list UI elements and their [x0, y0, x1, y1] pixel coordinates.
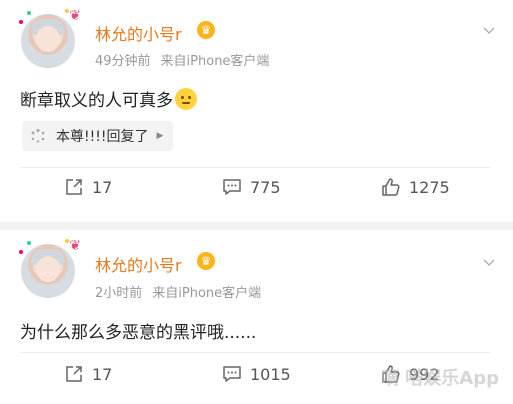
- repost-button[interactable]: 17: [64, 364, 112, 384]
- username[interactable]: 林允的小号r: [95, 252, 182, 276]
- spinner-icon: [31, 128, 45, 143]
- vip-crown-icon: ♛: [197, 21, 215, 39]
- reply-text: 本尊!!!!回复了: [56, 129, 149, 145]
- post-content: 为什么那么多恶意的黑评哦......: [20, 323, 257, 343]
- post-meta: 49分钟前 来自iPhone客户端: [95, 50, 269, 69]
- user-avatar[interactable]: ❦: [19, 238, 81, 298]
- username[interactable]: 林允的小号r: [95, 21, 182, 45]
- post-card: ❦ 林允的小号r ♛ 2小时前 来自iPhone客户端 为什么那么多恶意的黑评哦.…: [0, 230, 513, 404]
- weibo-feed: ❦ 林允的小号r ♛ 49分钟前 来自iPhone客户端 断章取义的人可真多 本尊…: [0, 0, 513, 404]
- post-source: 来自iPhone客户端: [160, 54, 270, 69]
- comment-count: 775: [250, 177, 281, 197]
- watermark: 嘀 嗒娱乐App: [381, 368, 499, 389]
- repost-icon: [66, 179, 82, 195]
- like-button[interactable]: 1275: [381, 177, 450, 197]
- triangle-right-icon: ▶: [156, 131, 164, 141]
- post-meta: 2小时前 来自iPhone客户端: [95, 282, 261, 301]
- post-card: ❦ 林允的小号r ♛ 49分钟前 来自iPhone客户端 断章取义的人可真多 本尊…: [0, 0, 513, 222]
- bow-icon: ❦: [69, 8, 81, 24]
- repost-button[interactable]: 17: [64, 177, 112, 197]
- post-source: 来自iPhone客户端: [152, 286, 262, 301]
- comment-count: 1015: [250, 364, 291, 384]
- comment-button[interactable]: 775: [222, 177, 281, 197]
- post-time: 49分钟前: [95, 54, 151, 69]
- post-time: 2小时前: [95, 286, 143, 301]
- repost-icon: [66, 366, 82, 382]
- comment-button[interactable]: 1015: [222, 364, 291, 384]
- repost-count: 17: [92, 364, 113, 384]
- like-count: 1275: [409, 177, 450, 197]
- user-avatar[interactable]: ❦: [19, 8, 81, 68]
- reply-preview[interactable]: 本尊!!!!回复了 ▶: [22, 121, 174, 151]
- comment-icon: [223, 179, 241, 195]
- chevron-down-icon[interactable]: [483, 24, 495, 36]
- repost-count: 17: [92, 177, 113, 197]
- comment-icon: [223, 366, 241, 382]
- thumbs-up-icon: [382, 178, 400, 196]
- bow-icon: ❦: [69, 238, 81, 254]
- shrug-emoji-icon: [175, 88, 197, 110]
- vip-crown-icon: ♛: [197, 252, 215, 270]
- chevron-down-icon[interactable]: [483, 256, 495, 268]
- post-content: 断章取义的人可真多: [20, 86, 197, 111]
